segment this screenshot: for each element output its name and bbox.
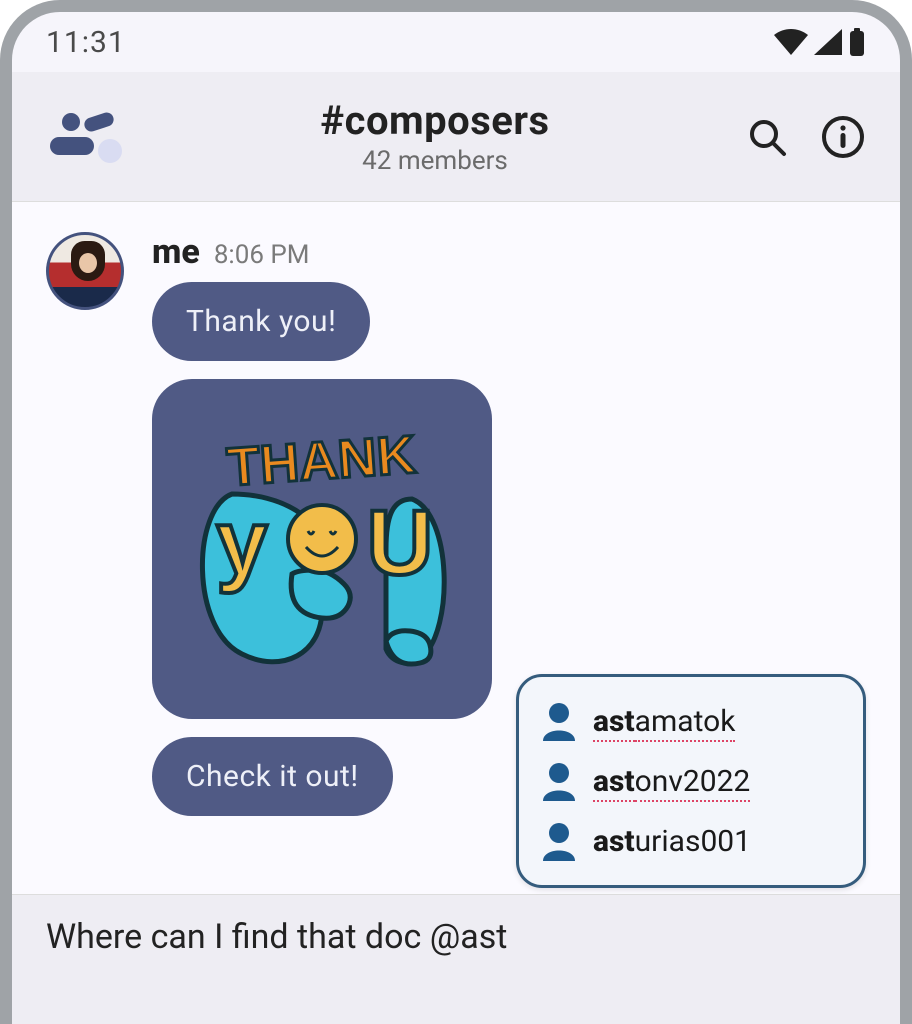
mention-username: asturias001 xyxy=(593,824,751,859)
message-author: me xyxy=(152,232,200,272)
mention-suggestions-popup: astamatok astonv2022 asturias001 xyxy=(516,674,866,888)
search-icon xyxy=(746,116,788,158)
cellular-icon xyxy=(814,29,842,55)
status-indicators xyxy=(774,28,866,56)
avatar[interactable] xyxy=(46,232,124,310)
mention-suggestion[interactable]: astamatok xyxy=(537,691,845,751)
svg-text:U: U xyxy=(367,492,433,594)
app-bar: #composers 42 members xyxy=(12,72,900,202)
status-bar: 11:31 xyxy=(12,12,900,72)
channel-members: 42 members xyxy=(126,146,744,176)
wifi-icon xyxy=(774,29,808,55)
mention-suggestion[interactable]: asturias001 xyxy=(537,811,845,871)
message-bubble[interactable]: Thank you! xyxy=(152,282,370,361)
mention-suggestion[interactable]: astonv2022 xyxy=(537,751,845,811)
info-button[interactable] xyxy=(820,114,866,160)
person-icon xyxy=(541,701,577,741)
search-button[interactable] xyxy=(744,114,790,160)
channel-info[interactable]: #composers 42 members xyxy=(126,97,744,176)
mention-username: astonv2022 xyxy=(593,764,750,799)
thank-you-sticker-icon: THANK y U xyxy=(172,399,472,699)
status-time: 11:31 xyxy=(46,25,126,60)
app-logo-icon[interactable] xyxy=(46,107,126,167)
battery-icon xyxy=(848,28,866,56)
mention-username: astamatok xyxy=(593,704,735,739)
message-timestamp: 8:06 PM xyxy=(214,240,310,270)
person-icon xyxy=(541,761,577,801)
message-list[interactable]: me 8:06 PM Thank you! THAN xyxy=(12,202,900,894)
message-input[interactable] xyxy=(46,917,866,957)
message-bubble[interactable]: Check it out! xyxy=(152,737,393,816)
person-icon xyxy=(541,821,577,861)
sticker-attachment[interactable]: THANK y U xyxy=(152,379,492,719)
svg-text:y: y xyxy=(216,492,267,594)
device-frame: 11:31 #composers 42 members xyxy=(0,0,912,1024)
channel-name: #composers xyxy=(126,97,744,144)
info-icon xyxy=(821,115,865,159)
svg-text:THANK: THANK xyxy=(225,425,418,498)
composer-bar xyxy=(12,894,900,1024)
